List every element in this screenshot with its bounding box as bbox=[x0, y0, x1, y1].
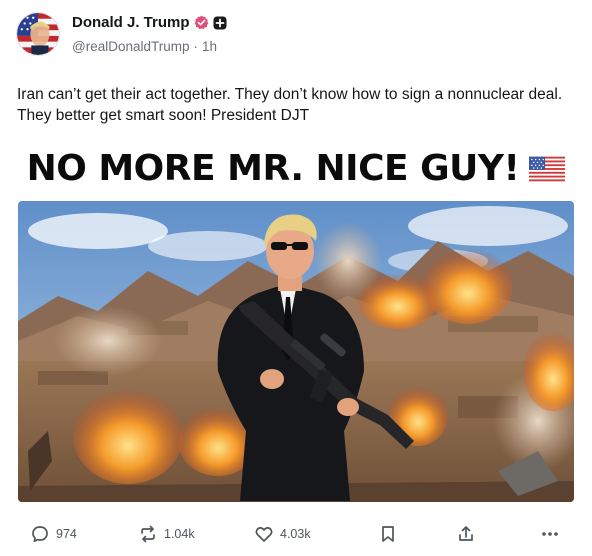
us-flag-icon bbox=[529, 156, 566, 182]
avatar-image bbox=[17, 13, 59, 55]
meme-headline-text: NO MORE MR. NICE GUY! bbox=[26, 148, 520, 189]
author-name-row: Donald J. Trump bbox=[72, 14, 227, 31]
heart-icon bbox=[255, 527, 273, 542]
verified-badge-icon bbox=[194, 15, 209, 30]
like-count: 4.03k bbox=[280, 527, 311, 541]
bookmark-button[interactable] bbox=[378, 520, 398, 548]
post-card: Donald J. Trump @realDonaldTrump · 1h Ir… bbox=[0, 0, 592, 556]
bookmark-icon bbox=[382, 526, 394, 542]
separator: · bbox=[193, 39, 199, 54]
meme-headline: NO MORE MR. NICE GUY! bbox=[0, 148, 592, 189]
handle[interactable]: @realDonaldTrump bbox=[72, 39, 190, 54]
display-name[interactable]: Donald J. Trump bbox=[72, 14, 190, 31]
like-button[interactable]: 4.03k bbox=[254, 520, 311, 548]
author-handle-row: @realDonaldTrump · 1h bbox=[72, 39, 217, 54]
repost-button[interactable]: 1.04k bbox=[138, 520, 195, 548]
plus-badge-icon bbox=[213, 16, 227, 30]
avatar[interactable] bbox=[16, 12, 60, 56]
post-time[interactable]: 1h bbox=[202, 39, 217, 54]
more-dots-icon bbox=[542, 532, 558, 536]
reply-button[interactable]: 974 bbox=[30, 520, 77, 548]
share-button[interactable] bbox=[456, 520, 476, 548]
action-bar: 974 1.04k 4.03k bbox=[0, 520, 592, 548]
reply-count: 974 bbox=[56, 527, 77, 541]
repost-icon bbox=[141, 525, 155, 543]
more-options-button[interactable] bbox=[540, 520, 560, 548]
post-image[interactable] bbox=[18, 201, 574, 502]
reply-icon bbox=[32, 526, 48, 543]
post-image-illustration bbox=[18, 201, 574, 502]
post-text: Iran can’t get their act together. They … bbox=[17, 86, 563, 124]
repost-count: 1.04k bbox=[164, 527, 195, 541]
share-icon bbox=[459, 526, 473, 541]
